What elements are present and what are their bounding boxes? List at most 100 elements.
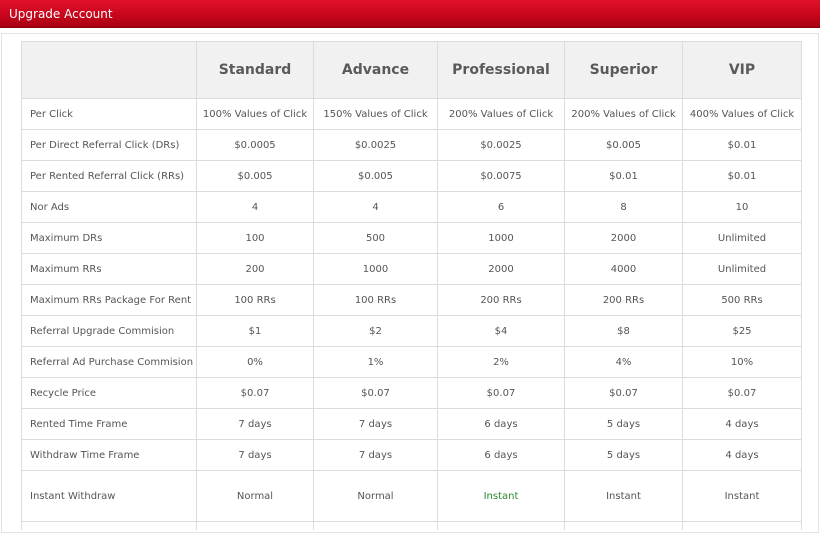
feature-label: Referral Ad Purchase Commision xyxy=(21,346,197,378)
plan-header-advance: Advance xyxy=(313,41,438,99)
feature-label: Referral Upgrade Commision xyxy=(21,315,197,347)
value-cell-professional: 200 RRs xyxy=(437,284,565,316)
table-row: Instant Withdraw Normal Normal Instant Insta… xyxy=(21,470,802,522)
value-cell-vip: 500 RRs xyxy=(682,284,802,316)
upgrade-account-panel: Upgrade Account Standard Advance Profess… xyxy=(0,0,820,533)
table-header-row: Standard Advance Professional Superior V… xyxy=(21,41,802,99)
value-cell-vip: Instant xyxy=(682,470,802,522)
feature-label: Recycle Price xyxy=(21,377,197,409)
plan-comparison-table: Standard Advance Professional Superior V… xyxy=(21,41,802,530)
value-cell-superior: 200 RRs xyxy=(564,284,683,316)
value-cell-advance: 7 days xyxy=(313,408,438,440)
table-row: Maximum RRs 200 1000 2000 4000 Unlimited xyxy=(21,253,802,285)
value-cell-advance: 4 xyxy=(313,191,438,223)
value-cell-superior: 5 days xyxy=(564,408,683,440)
value-cell-professional: 6 days xyxy=(437,439,565,471)
table-row: Nor Ads 4 4 6 8 10 xyxy=(21,191,802,223)
feature-label: Maximum DRs xyxy=(21,222,197,254)
value-cell-professional: $0.07 xyxy=(437,377,565,409)
value-cell-standard: $0.005 xyxy=(196,160,314,192)
value-cell-standard: 0% xyxy=(196,346,314,378)
value-cell-advance: 1000 xyxy=(313,253,438,285)
value-cell-superior: 4000 xyxy=(564,253,683,285)
empty-cell xyxy=(564,521,683,530)
value-cell-standard: 4 xyxy=(196,191,314,223)
value-cell-professional: 200% Values of Click xyxy=(437,98,565,130)
table-body: Per Click 100% Values of Click 150% Values… xyxy=(21,98,802,530)
table-row: Per Rented Referral Click (RRs) $0.005 $0.… xyxy=(21,160,802,192)
value-cell-standard: $1 xyxy=(196,315,314,347)
value-cell-professional: 2% xyxy=(437,346,565,378)
value-cell-standard: 7 days xyxy=(196,439,314,471)
value-cell-vip: 4 days xyxy=(682,408,802,440)
value-cell-superior: 4% xyxy=(564,346,683,378)
table-row: Per Direct Referral Click (DRs) $0.0005 $0… xyxy=(21,129,802,161)
value-cell-standard: 200 xyxy=(196,253,314,285)
value-cell-standard: 100 xyxy=(196,222,314,254)
plan-header-standard: Standard xyxy=(196,41,314,99)
feature-label: Nor Ads xyxy=(21,191,197,223)
value-cell-vip: 400% Values of Click xyxy=(682,98,802,130)
empty-cell xyxy=(21,521,197,530)
value-cell-standard: 100% Values of Click xyxy=(196,98,314,130)
value-cell-vip: 10 xyxy=(682,191,802,223)
value-cell-standard: Normal xyxy=(196,470,314,522)
empty-cell xyxy=(196,521,314,530)
value-cell-superior: 8 xyxy=(564,191,683,223)
value-cell-vip: 4 days xyxy=(682,439,802,471)
value-cell-vip: Unlimited xyxy=(682,222,802,254)
feature-label: Maximum RRs Package For Rent xyxy=(21,284,197,316)
value-cell-professional: 2000 xyxy=(437,253,565,285)
value-cell-advance: 150% Values of Click xyxy=(313,98,438,130)
value-cell-advance: Normal xyxy=(313,470,438,522)
value-cell-professional: 1000 xyxy=(437,222,565,254)
table-row: Referral Upgrade Commision $1 $2 $4 $8 $25 xyxy=(21,315,802,347)
table-row-partial xyxy=(21,521,802,530)
value-cell-professional: Instant xyxy=(437,470,565,522)
table-row: Recycle Price $0.07 $0.07 $0.07 $0.07 $0.07 xyxy=(21,377,802,409)
value-cell-advance: $0.005 xyxy=(313,160,438,192)
value-cell-superior: $8 xyxy=(564,315,683,347)
value-cell-advance: 100 RRs xyxy=(313,284,438,316)
feature-label: Per Direct Referral Click (DRs) xyxy=(21,129,197,161)
value-cell-vip: $25 xyxy=(682,315,802,347)
table-row: Maximum DRs 100 500 1000 2000 Unlimited xyxy=(21,222,802,254)
value-cell-standard: $0.0005 xyxy=(196,129,314,161)
plan-header-vip: VIP xyxy=(682,41,802,99)
value-cell-advance: 7 days xyxy=(313,439,438,471)
value-cell-vip: $0.01 xyxy=(682,160,802,192)
value-cell-advance: $0.07 xyxy=(313,377,438,409)
value-cell-superior: 5 days xyxy=(564,439,683,471)
header-corner-cell xyxy=(21,41,197,99)
value-cell-standard: 7 days xyxy=(196,408,314,440)
value-cell-standard: $0.07 xyxy=(196,377,314,409)
value-cell-professional: $0.0075 xyxy=(437,160,565,192)
value-cell-vip: $0.01 xyxy=(682,129,802,161)
empty-cell xyxy=(313,521,438,530)
value-cell-advance: 500 xyxy=(313,222,438,254)
value-cell-advance: $0.0025 xyxy=(313,129,438,161)
table-row: Withdraw Time Frame 7 days 7 days 6 days 5 d… xyxy=(21,439,802,471)
feature-label: Instant Withdraw xyxy=(21,470,197,522)
feature-label: Maximum RRs xyxy=(21,253,197,285)
plan-header-professional: Professional xyxy=(437,41,565,99)
value-cell-superior: $0.07 xyxy=(564,377,683,409)
value-cell-advance: 1% xyxy=(313,346,438,378)
table-row: Rented Time Frame 7 days 7 days 6 days 5 day… xyxy=(21,408,802,440)
feature-label: Per Rented Referral Click (RRs) xyxy=(21,160,197,192)
table-row: Referral Ad Purchase Commision 0% 1% 2% 4% 10… xyxy=(21,346,802,378)
feature-label: Per Click xyxy=(21,98,197,130)
table-row: Per Click 100% Values of Click 150% Values… xyxy=(21,98,802,130)
value-cell-professional: 6 days xyxy=(437,408,565,440)
value-cell-vip: $0.07 xyxy=(682,377,802,409)
value-cell-vip: Unlimited xyxy=(682,253,802,285)
feature-label: Rented Time Frame xyxy=(21,408,197,440)
value-cell-vip: 10% xyxy=(682,346,802,378)
value-cell-standard: 100 RRs xyxy=(196,284,314,316)
panel-header: Upgrade Account xyxy=(0,0,820,28)
plan-header-superior: Superior xyxy=(564,41,683,99)
value-cell-superior: 2000 xyxy=(564,222,683,254)
value-cell-professional: $4 xyxy=(437,315,565,347)
value-cell-professional: $0.0025 xyxy=(437,129,565,161)
value-cell-superior: Instant xyxy=(564,470,683,522)
